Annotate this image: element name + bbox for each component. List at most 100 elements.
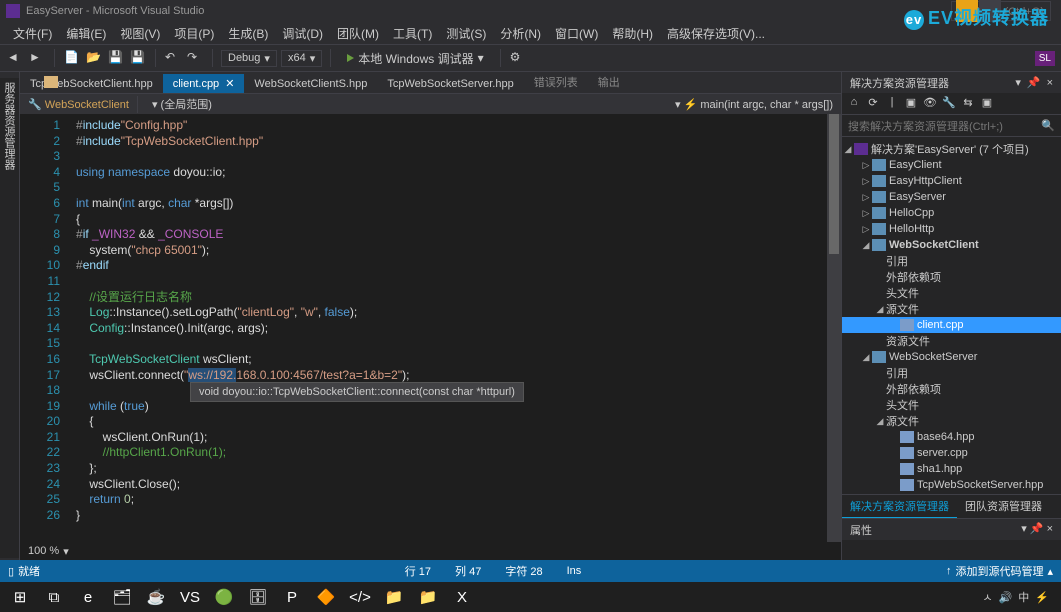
- taskbar-item[interactable]: 🟢: [208, 583, 240, 611]
- taskbar-item[interactable]: 📁: [412, 583, 444, 611]
- solution-tree[interactable]: ◢解决方案'EasyServer' (7 个项目)▷EasyClient▷Eas…: [842, 137, 1061, 494]
- collapse-icon[interactable]: ▣: [903, 96, 919, 112]
- tree-node[interactable]: ▷EasyHttpClient: [842, 173, 1061, 189]
- tree-node[interactable]: ◢WebSocketClient: [842, 237, 1061, 253]
- editor-tab[interactable]: client.cpp✕: [163, 74, 245, 93]
- menu-item[interactable]: 分析(N): [493, 22, 548, 45]
- tree-node[interactable]: ▷EasyServer: [842, 189, 1061, 205]
- system-tray[interactable]: ㅅ🔊中⚡: [982, 589, 1057, 605]
- tree-node[interactable]: sha1.hpp: [842, 461, 1061, 477]
- taskbar-item[interactable]: e: [72, 583, 104, 611]
- run-button[interactable]: 本地 Windows 调试器▾: [339, 48, 491, 69]
- tree-node[interactable]: 资源文件: [842, 333, 1061, 349]
- tree-node[interactable]: base64.hpp: [842, 429, 1061, 445]
- show-icon[interactable]: 👁: [922, 96, 938, 112]
- status-char: 字符 28: [505, 563, 542, 579]
- sl-badge: SL: [1035, 51, 1055, 66]
- tree-node[interactable]: 头文件: [842, 285, 1061, 301]
- open-icon[interactable]: 📂: [85, 49, 103, 67]
- menu-item[interactable]: 工具(T): [386, 22, 439, 45]
- menu-item[interactable]: 调试(D): [275, 22, 330, 45]
- menu-item[interactable]: 视图(V): [113, 22, 167, 45]
- code-editor[interactable]: 1234567891011121314151617181920212223242…: [20, 114, 841, 542]
- menu-item[interactable]: 高级保存选项(V)...: [660, 22, 772, 45]
- vscrollbar[interactable]: [827, 114, 841, 542]
- func-dropdown[interactable]: ▾ ⚡ main(int argc, char * args[]): [667, 96, 841, 113]
- close-icon[interactable]: ✕: [225, 78, 234, 90]
- tree-node[interactable]: ▷HelloHttp: [842, 221, 1061, 237]
- menu-item[interactable]: 项目(P): [167, 22, 221, 45]
- taskbar-item[interactable]: P: [276, 583, 308, 611]
- filter-icon[interactable]: ▣: [979, 96, 995, 112]
- nav-back-icon[interactable]: ◄: [6, 49, 24, 67]
- solution-search[interactable]: 搜索解决方案资源管理器(Ctrl+;)🔍: [842, 115, 1061, 137]
- taskbar-item[interactable]: VS: [174, 583, 206, 611]
- tool-icon[interactable]: ⚙: [509, 49, 527, 67]
- menu-item[interactable]: 文件(F): [6, 22, 59, 45]
- panel-toolbar: ⌂ ⟳ | ▣ 👁 🔧 ⇆ ▣: [842, 93, 1061, 115]
- tab-team-explorer[interactable]: 团队资源管理器: [957, 495, 1050, 518]
- editor-tab[interactable]: TcpWebSocketClient.hpp: [20, 75, 163, 93]
- taskbar: ⊞⧉e🗂☕VS🟢🗄P🔶</> 📁📁Xㅅ🔊中⚡: [0, 582, 1061, 612]
- panel-close-icon[interactable]: ×: [1047, 77, 1053, 89]
- taskbar-item[interactable]: </>: [344, 583, 376, 611]
- tree-node[interactable]: 外部依赖项: [842, 381, 1061, 397]
- taskbar-item[interactable]: 📁: [378, 583, 410, 611]
- taskbar-item[interactable]: 🗄: [242, 583, 274, 611]
- sidebar-tab[interactable]: 服务器资源管理器: [0, 78, 19, 558]
- zoom-level[interactable]: 100 % ▾: [20, 542, 841, 560]
- editor-tab[interactable]: TcpWebSocketServer.hpp: [377, 75, 523, 93]
- menu-item[interactable]: 测试(S): [439, 22, 493, 45]
- menu-item[interactable]: 团队(M): [330, 22, 386, 45]
- home-icon[interactable]: ⌂: [846, 96, 862, 112]
- refresh-icon[interactable]: ⟳: [865, 96, 881, 112]
- taskbar-item[interactable]: ⊞: [4, 583, 36, 611]
- redo-icon[interactable]: ↷: [186, 49, 204, 67]
- editor-tab[interactable]: 错误列表: [524, 72, 588, 93]
- vs-icon: [6, 4, 20, 18]
- status-col: 列 47: [455, 563, 481, 579]
- taskbar-item[interactable]: 🗂: [106, 583, 138, 611]
- config-dropdown[interactable]: Debug▾: [221, 50, 277, 67]
- tab-solution-explorer[interactable]: 解决方案资源管理器: [842, 495, 957, 518]
- props-pin-icon[interactable]: ▾ 📌 ×: [1021, 522, 1053, 537]
- tree-node[interactable]: TcpWebSocketServer.hpp: [842, 477, 1061, 493]
- editor-tab[interactable]: WebSocketClientS.hpp: [244, 75, 377, 93]
- save-icon[interactable]: 💾: [107, 49, 125, 67]
- status-scm[interactable]: ↑ 添加到源代码管理 ▴: [946, 563, 1053, 579]
- undo-icon[interactable]: ↶: [164, 49, 182, 67]
- editor-tab[interactable]: 输出: [588, 72, 630, 93]
- tree-node[interactable]: client.cpp: [842, 317, 1061, 333]
- menu-item[interactable]: 帮助(H): [605, 22, 660, 45]
- tree-root[interactable]: ◢解决方案'EasyServer' (7 个项目): [842, 141, 1061, 157]
- menu-item[interactable]: 窗口(W): [548, 22, 605, 45]
- taskbar-item[interactable]: X: [446, 583, 478, 611]
- props-icon[interactable]: 🔧: [941, 96, 957, 112]
- menu-item[interactable]: 生成(B): [221, 22, 275, 45]
- sync-icon[interactable]: ⇆: [960, 96, 976, 112]
- code-content[interactable]: #include"Config.hpp"#include"TcpWebSocke…: [68, 114, 841, 542]
- tree-node[interactable]: ▷EasyClient: [842, 157, 1061, 173]
- tree-node[interactable]: 引用: [842, 253, 1061, 269]
- tree-node[interactable]: ◢源文件: [842, 413, 1061, 429]
- saveall-icon[interactable]: 💾: [129, 49, 147, 67]
- tree-node[interactable]: ▷HelloCpp: [842, 205, 1061, 221]
- panel-dropdown-icon[interactable]: ▾: [1015, 76, 1021, 89]
- tree-node[interactable]: ◢WebSocketServer: [842, 349, 1061, 365]
- platform-dropdown[interactable]: x64▾: [281, 50, 322, 67]
- taskbar-item[interactable]: 🔶: [310, 583, 342, 611]
- status-bar: ▯ 就绪 行 17 列 47 字符 28 Ins ↑ 添加到源代码管理 ▴: [0, 560, 1061, 582]
- tree-node[interactable]: 引用: [842, 365, 1061, 381]
- tree-node[interactable]: ◢源文件: [842, 301, 1061, 317]
- new-icon[interactable]: 📄: [63, 49, 81, 67]
- panel-pin-icon[interactable]: 📌: [1027, 76, 1041, 89]
- tree-node[interactable]: server.cpp: [842, 445, 1061, 461]
- global-dropdown[interactable]: ▾ (全局范围): [138, 94, 667, 114]
- tree-node[interactable]: 外部依赖项: [842, 269, 1061, 285]
- taskbar-item[interactable]: ⧉: [38, 583, 70, 611]
- nav-fwd-icon[interactable]: ►: [28, 49, 46, 67]
- taskbar-item[interactable]: ☕: [140, 583, 172, 611]
- menu-item[interactable]: 编辑(E): [59, 22, 113, 45]
- tree-node[interactable]: 头文件: [842, 397, 1061, 413]
- scope-dropdown[interactable]: 🔧 WebSocketClient: [20, 96, 138, 113]
